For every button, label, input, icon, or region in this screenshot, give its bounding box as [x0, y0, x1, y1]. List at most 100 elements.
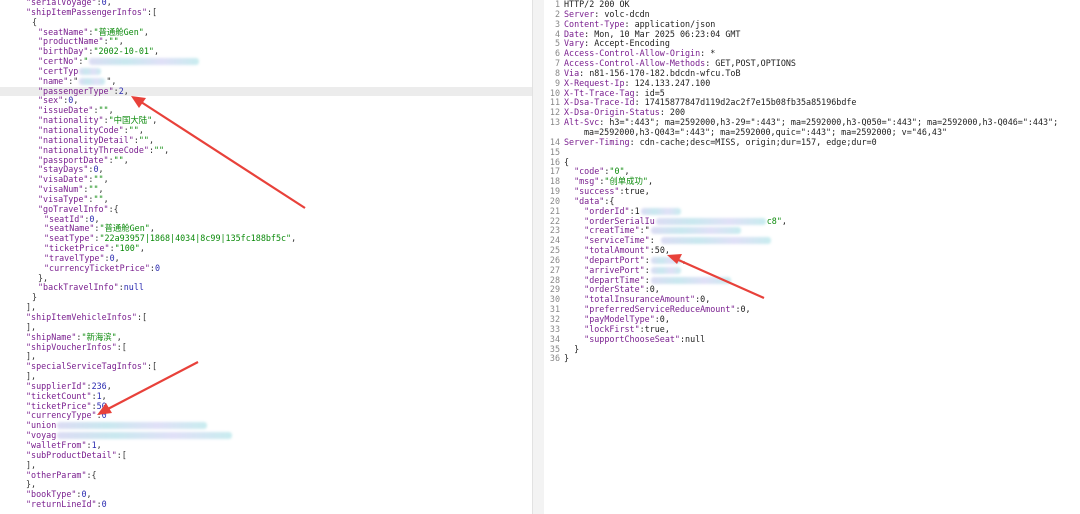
json-value: null: [123, 282, 144, 293]
line-text: [564, 148, 1080, 158]
json-key: "nationalityThreeCode": [38, 144, 149, 155]
json-value: "创单成功": [604, 176, 648, 187]
line-text: }: [564, 344, 1080, 355]
json-value: ,: [139, 243, 145, 254]
json-key: "goTravelInfo": [38, 203, 109, 214]
code-line: }: [26, 292, 532, 303]
json-value: },: [38, 272, 49, 283]
json-key: "productName": [38, 36, 104, 47]
line-number: 3: [554, 18, 560, 29]
line-text: }: [564, 353, 1080, 364]
json-value: 50: [96, 400, 107, 411]
json-value: {: [32, 16, 38, 27]
json-key: X-Dsa-Trace-Id: [564, 97, 635, 108]
json-value: ,: [164, 144, 170, 155]
line-number: 7: [554, 58, 560, 69]
json-value: [564, 216, 584, 226]
json-value: ma=2592000,h3-Q043=":443"; ma=2592000,qu…: [584, 126, 948, 137]
json-key: "msg": [574, 176, 600, 187]
json-value: :0,: [654, 314, 670, 324]
json-value: ,: [98, 164, 104, 175]
json-value: :[: [116, 449, 127, 460]
json-value: "": [93, 174, 104, 185]
json-key: Access-Control-Allow-Methods: [564, 58, 706, 69]
response-line: 34 "supportChooseSeat":null: [544, 334, 1080, 345]
response-pane[interactable]: 1 HTTP/2 200 OK 2 Server: volc-dcdn 3 Content…: [544, 0, 1080, 514]
json-value: [564, 334, 584, 344]
json-key: "supplierId": [26, 380, 87, 391]
json-value: "": [153, 144, 165, 155]
json-value: :: [644, 274, 650, 285]
json-key: "shipItemVehicleInfos": [26, 312, 137, 322]
json-value: :": [639, 225, 650, 236]
json-value: :{: [86, 469, 97, 480]
json-key: "subProductDetail": [26, 449, 117, 460]
code-line: "currencyType":0: [26, 411, 532, 421]
line-number: 6: [554, 48, 560, 59]
json-value: :{: [108, 203, 119, 214]
line-number: 36: [549, 353, 560, 364]
redacted-blur: [79, 77, 106, 85]
json-value: :true,: [619, 186, 650, 197]
code-line: "shipItemPassengerInfos":[: [26, 7, 532, 18]
json-key: X-Request-Ip: [564, 77, 625, 88]
json-value: [564, 284, 584, 294]
line-text: "supportChooseSeat":null: [564, 334, 1080, 345]
json-value: : volc-dcdn: [594, 8, 650, 19]
request-json-pane[interactable]: "serialVoyage":0, "shipItemPassengerInfos…: [0, 0, 532, 514]
json-value: : id=5: [634, 87, 665, 98]
json-key: "ticketCount": [26, 390, 92, 401]
json-value: ,: [624, 166, 630, 177]
json-key: "lockFirst": [584, 323, 640, 334]
json-value: : 200: [659, 107, 686, 118]
json-value: : h3=":443"; ma=2592000,h3-29=":443"; ma…: [599, 117, 1059, 128]
json-value: ,: [143, 26, 149, 37]
json-key: "returnLineId": [26, 499, 97, 510]
json-key: "success": [574, 186, 620, 197]
json-key: "issueDate": [38, 105, 94, 116]
json-value: ,: [116, 331, 122, 342]
json-value: ,: [291, 233, 297, 244]
json-key: "seatType": [44, 233, 95, 244]
json-value: ,: [123, 154, 129, 165]
json-value: ,: [153, 46, 160, 57]
json-value: {: [564, 156, 570, 167]
json-value: ,: [148, 134, 154, 145]
json-value: ,: [103, 193, 109, 204]
json-key: "bookType": [26, 489, 77, 500]
line-text: {: [564, 156, 1080, 168]
code-line: "certTyp: [26, 65, 532, 77]
response-lines: 1 HTTP/2 200 OK 2 Server: volc-dcdn 3 Content…: [544, 0, 1080, 364]
json-value: "中国大陆": [108, 115, 153, 126]
json-key: "ticketPrice": [44, 243, 110, 254]
json-value: ],: [26, 321, 37, 332]
code-line: ],: [26, 460, 532, 471]
json-value: "普通舱Gen": [99, 223, 150, 234]
json-key: "certTyp: [38, 65, 79, 76]
json-key: "nationalityCode": [38, 124, 124, 135]
json-value: : 124.133.247.100: [624, 77, 711, 88]
json-key: Vary: [564, 38, 585, 49]
json-value: [564, 314, 584, 324]
code-line: "backTravelInfo":null: [26, 283, 532, 293]
json-value: : Accept-Encoding: [584, 38, 670, 49]
json-key: Access-Control-Allow-Origin: [564, 48, 701, 59]
response-line: 15: [544, 147, 1080, 158]
code-line: "certNo":": [26, 56, 532, 67]
json-key: "visaNum": [38, 184, 84, 195]
json-value: : Mon, 10 Mar 2025 06:23:04 GMT: [584, 28, 741, 39]
json-value: [564, 176, 574, 186]
json-value: :1: [629, 205, 640, 216]
json-key: "certNo": [38, 56, 79, 67]
json-key: "totalInsuranceAmount": [584, 294, 696, 305]
line-number: 4: [554, 28, 560, 39]
json-key: "arrivePort": [584, 264, 645, 275]
json-key: "specialServiceTagInfos": [26, 361, 148, 372]
redacted-blur: [57, 422, 208, 430]
json-value: :": [68, 75, 79, 86]
redacted-blur: [650, 276, 731, 284]
json-key: "orderId": [584, 205, 630, 216]
json-value: "": [98, 105, 109, 116]
redacted-blur: [650, 256, 681, 264]
redacted-blur: [655, 217, 766, 225]
